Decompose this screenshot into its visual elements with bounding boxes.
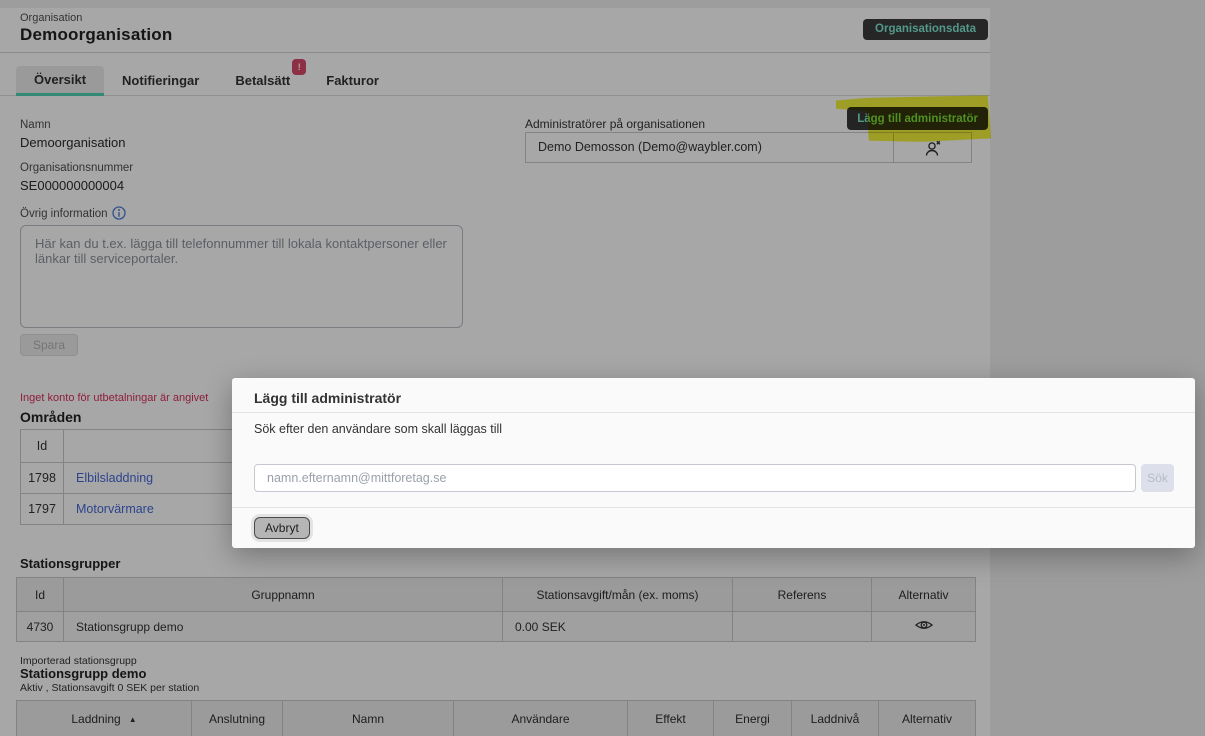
- modal-search-label: Sök efter den användare som skall läggas…: [254, 422, 503, 436]
- add-admin-modal: Lägg till administratör Sök efter den an…: [232, 378, 1195, 548]
- modal-divider: [232, 412, 1195, 413]
- modal-title: Lägg till administratör: [254, 390, 402, 406]
- cancel-button[interactable]: Avbryt: [254, 517, 310, 539]
- modal-footer-divider: [232, 507, 1195, 508]
- search-button[interactable]: Sök: [1141, 464, 1174, 492]
- admin-search-input[interactable]: [254, 464, 1136, 492]
- modal-backdrop[interactable]: [0, 0, 1205, 736]
- screen: Organisation Demoorganisation Organisati…: [0, 0, 1205, 736]
